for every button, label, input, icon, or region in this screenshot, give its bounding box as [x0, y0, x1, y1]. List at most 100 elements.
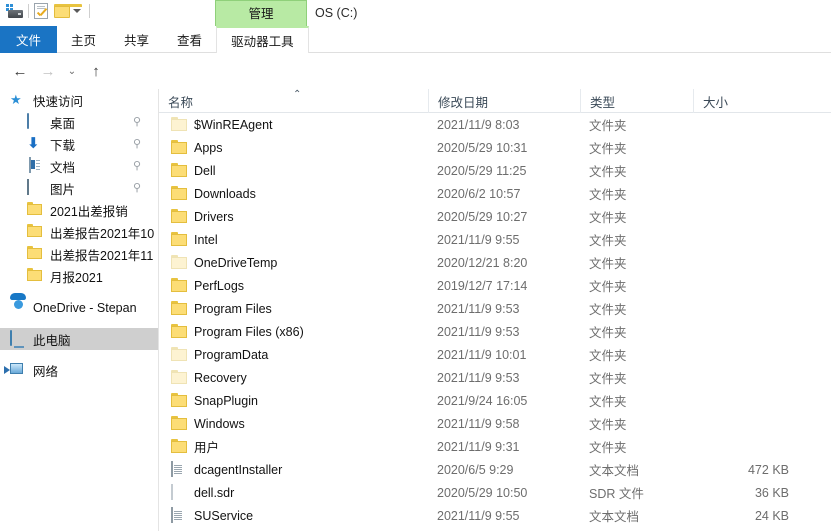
folder-icon: [171, 439, 187, 454]
table-row[interactable]: PerfLogs 2019/12/7 17:14 文件夹: [159, 274, 831, 297]
file-date-modified: 2021/11/9 9:53: [437, 324, 520, 339]
file-date-modified: 2021/11/9 9:53: [437, 301, 520, 316]
table-row[interactable]: Drivers 2020/5/29 10:27 文件夹: [159, 205, 831, 228]
tab-share[interactable]: 共享: [110, 26, 163, 53]
pictures-icon: [27, 179, 43, 196]
sidebar-item-pictures[interactable]: 图片 ⚲: [0, 177, 158, 199]
file-type: 文件夹: [589, 418, 627, 432]
file-rows: $WinREAgent 2021/11/9 8:03 文件夹 Apps 2020/5/2…: [159, 113, 831, 531]
folder-icon: [171, 209, 187, 224]
file-name: Program Files: [194, 301, 272, 316]
contextual-tab-group: 管理: [215, 0, 307, 26]
file-name: SnapPlugin: [194, 393, 258, 408]
tab-file[interactable]: 文件: [0, 26, 58, 53]
file-type: SDR 文件: [589, 487, 644, 501]
file-type: 文件夹: [589, 326, 627, 340]
contextual-tab-group-label: 管理: [248, 7, 274, 21]
file-date-modified: 2020/6/2 10:57: [437, 186, 521, 201]
sidebar-item-label: 快速访问: [33, 94, 84, 109]
file-name: Apps: [194, 140, 223, 155]
sidebar-item-onedrive[interactable]: OneDrive - Stepan: [0, 297, 158, 319]
file-type: 文件夹: [589, 349, 627, 363]
sidebar-item-folder-2[interactable]: 出差报告2021年10: [0, 221, 158, 243]
table-row[interactable]: Dell 2020/5/29 11:25 文件夹: [159, 159, 831, 182]
file-type: 文件夹: [589, 188, 627, 202]
column-header-row: 名称 ⌃ 修改日期 类型 大小: [159, 89, 831, 113]
this-pc-icon: [10, 330, 26, 347]
table-row[interactable]: Apps 2020/5/29 10:31 文件夹: [159, 136, 831, 159]
table-row[interactable]: Windows 2021/11/9 9:58 文件夹: [159, 412, 831, 435]
text-file-icon: [171, 461, 187, 477]
table-row[interactable]: OneDriveTemp 2020/12/21 8:20 文件夹: [159, 251, 831, 274]
file-name: SUService: [194, 508, 254, 523]
forward-button[interactable]: →: [36, 59, 60, 83]
tab-drive-tools[interactable]: 驱动器工具: [216, 26, 309, 53]
this-pc-icon[interactable]: [6, 4, 23, 18]
table-row[interactable]: dell.sdr 2020/5/29 10:50 SDR 文件 36 KB: [159, 481, 831, 504]
table-row[interactable]: ProgramData 2021/11/9 10:01 文件夹: [159, 343, 831, 366]
file-size: 36 KB: [754, 485, 789, 500]
folder-icon: [27, 224, 43, 240]
table-row[interactable]: Downloads 2020/6/2 10:57 文件夹: [159, 182, 831, 205]
table-row[interactable]: SnapPlugin 2021/9/24 16:05 文件夹: [159, 389, 831, 412]
file-name: $WinREAgent: [194, 117, 273, 132]
file-name: 用户: [194, 441, 220, 455]
pin-icon[interactable]: ⚲: [133, 115, 146, 128]
sidebar-item-label: 月报2021: [50, 270, 103, 285]
sidebar-item-folder-4[interactable]: 月报2021: [0, 265, 158, 287]
file-date-modified: 2021/11/9 9:31: [437, 439, 520, 454]
folder-icon: [171, 232, 187, 247]
file-name: Intel: [194, 232, 218, 247]
sidebar-item-quick-access[interactable]: ★ 快速访问: [0, 89, 158, 111]
file-name: Drivers: [194, 209, 234, 224]
column-header-type[interactable]: 类型: [580, 89, 693, 113]
table-row[interactable]: Intel 2021/11/9 9:55 文件夹: [159, 228, 831, 251]
sidebar-item-network[interactable]: 网络: [0, 359, 158, 381]
sidebar-item-folder-1[interactable]: 2021出差报销: [0, 199, 158, 221]
sidebar-item-downloads[interactable]: ⬇ 下载 ⚲: [0, 133, 158, 155]
folder-icon: [171, 255, 187, 270]
file-name: Program Files (x86): [194, 324, 304, 339]
sidebar-item-documents[interactable]: 文档 ⚲: [0, 155, 158, 177]
documents-icon: [27, 157, 43, 174]
table-row[interactable]: Program Files (x86) 2021/11/9 9:53 文件夹: [159, 320, 831, 343]
table-row[interactable]: Program Files 2021/11/9 9:53 文件夹: [159, 297, 831, 320]
file-name: dcagentInstaller: [194, 462, 283, 477]
file-type: 文件夹: [589, 441, 627, 455]
tab-view[interactable]: 查看: [163, 26, 216, 53]
column-header-size[interactable]: 大小: [693, 89, 807, 113]
folder-icon: [171, 347, 187, 362]
column-header-date-modified[interactable]: 修改日期: [428, 89, 580, 113]
tab-home[interactable]: 主页: [57, 26, 110, 53]
folder-icon: [171, 186, 187, 201]
main-content: ★ 快速访问 桌面 ⚲ ⬇ 下载 ⚲ 文档 ⚲ 图片 ⚲ 2021出差报销 出差…: [0, 89, 831, 531]
file-type: 文件夹: [589, 234, 627, 248]
back-button[interactable]: ←: [8, 59, 32, 83]
file-date-modified: 2020/5/29 11:25: [437, 163, 527, 178]
file-name: Dell: [194, 163, 216, 178]
sidebar-item-this-pc[interactable]: 此电脑: [0, 328, 158, 350]
pin-icon[interactable]: ⚲: [133, 181, 146, 194]
toolbar-divider: [28, 4, 29, 18]
new-folder-icon[interactable]: [54, 4, 82, 18]
properties-icon[interactable]: [34, 3, 48, 19]
folder-icon: [171, 416, 187, 431]
file-type: 文件夹: [589, 280, 627, 294]
file-type: 文件夹: [589, 211, 627, 225]
table-row[interactable]: Recovery 2021/11/9 9:53 文件夹: [159, 366, 831, 389]
pin-icon[interactable]: ⚲: [133, 159, 146, 172]
folder-icon: [27, 268, 43, 284]
table-row[interactable]: 用户 2021/11/9 9:31 文件夹: [159, 435, 831, 458]
pin-icon[interactable]: ⚲: [133, 137, 146, 150]
file-type: 文件夹: [589, 303, 627, 317]
sidebar-item-desktop[interactable]: 桌面 ⚲: [0, 111, 158, 133]
table-row[interactable]: $WinREAgent 2021/11/9 8:03 文件夹: [159, 113, 831, 136]
recent-locations-button[interactable]: ⌄: [60, 59, 84, 83]
sidebar-item-label: 出差报告2021年10: [50, 226, 155, 241]
table-row[interactable]: SUService 2021/11/9 9:55 文本文档 24 KB: [159, 504, 831, 527]
sidebar-item-folder-3[interactable]: 出差报告2021年11: [0, 243, 158, 265]
file-name: dell.sdr: [194, 485, 235, 500]
up-button[interactable]: ↑: [84, 59, 108, 83]
table-row[interactable]: dcagentInstaller 2020/6/5 9:29 文本文档 472 KB: [159, 458, 831, 481]
file-date-modified: 2021/11/9 9:58: [437, 416, 520, 431]
